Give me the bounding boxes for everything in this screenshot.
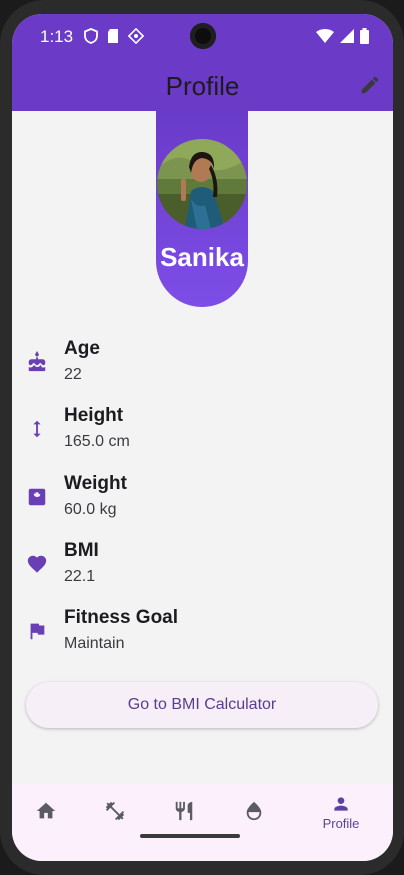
device-frame: 1:13 Profile Sanika Age 22 Height 165.0 …: [0, 0, 404, 875]
status-left-icons: [84, 28, 144, 44]
scale-icon: [28, 488, 46, 506]
flag-icon: [30, 623, 45, 640]
nav-item-profile[interactable]: Profile: [316, 794, 366, 844]
water-drop-icon: [246, 801, 262, 821]
info-value: Maintain: [64, 635, 125, 652]
bmi-calculator-button[interactable]: Go to BMI Calculator: [26, 682, 378, 728]
info-label: BMI: [64, 540, 99, 561]
status-right-icons: [316, 28, 369, 44]
avatar-illustration: [157, 139, 247, 229]
nav-label-profile: Profile: [322, 816, 360, 831]
battery-icon: [360, 28, 369, 44]
info-value: 60.0 kg: [64, 501, 117, 518]
restaurant-icon: [175, 801, 193, 821]
info-value: 165.0 cm: [64, 433, 130, 450]
avatar[interactable]: [157, 139, 247, 229]
screen: 1:13 Profile Sanika Age 22 Height 165.0 …: [12, 14, 393, 861]
profile-header: Sanika: [156, 111, 248, 307]
shield-icon: [84, 28, 98, 44]
status-time: 1:13: [40, 27, 74, 46]
heart-icon: [27, 555, 47, 573]
top-app-bar: 1:13 Profile: [12, 14, 393, 111]
signal-icon: [340, 29, 354, 43]
cake-icon: [28, 351, 46, 372]
front-camera: [190, 23, 216, 49]
info-row-weight: Weight 60.0 kg: [12, 471, 393, 531]
info-label: Height: [64, 405, 124, 426]
info-value: 22: [64, 366, 82, 383]
person-icon: [334, 797, 348, 811]
profile-name: Sanika: [160, 242, 244, 272]
info-label: Age: [64, 338, 100, 359]
height-icon: [33, 420, 41, 438]
status-bar: 1:13: [12, 14, 393, 58]
network-icon: [128, 28, 144, 44]
info-label: Weight: [64, 473, 127, 494]
home-indicator[interactable]: [140, 834, 240, 838]
edit-icon: [361, 76, 379, 94]
nav-item-home[interactable]: [21, 794, 71, 844]
fitness-icon: [105, 801, 125, 821]
info-row-height: Height 165.0 cm: [12, 403, 393, 463]
nav-item-workout[interactable]: [90, 794, 140, 844]
home-icon: [36, 802, 56, 819]
wifi-icon: [316, 29, 334, 43]
info-row-bmi: BMI 22.1: [12, 538, 393, 598]
edit-profile-button[interactable]: [359, 74, 381, 96]
sd-card-icon: [108, 29, 118, 43]
page-title: Profile: [165, 71, 240, 101]
info-row-fitness-goal: Fitness Goal Maintain: [12, 605, 393, 665]
info-value: 22.1: [64, 568, 96, 585]
bottom-navigation: Profile: [12, 784, 393, 861]
info-label: Fitness Goal: [64, 607, 179, 628]
info-row-age: Age 22: [12, 336, 393, 396]
